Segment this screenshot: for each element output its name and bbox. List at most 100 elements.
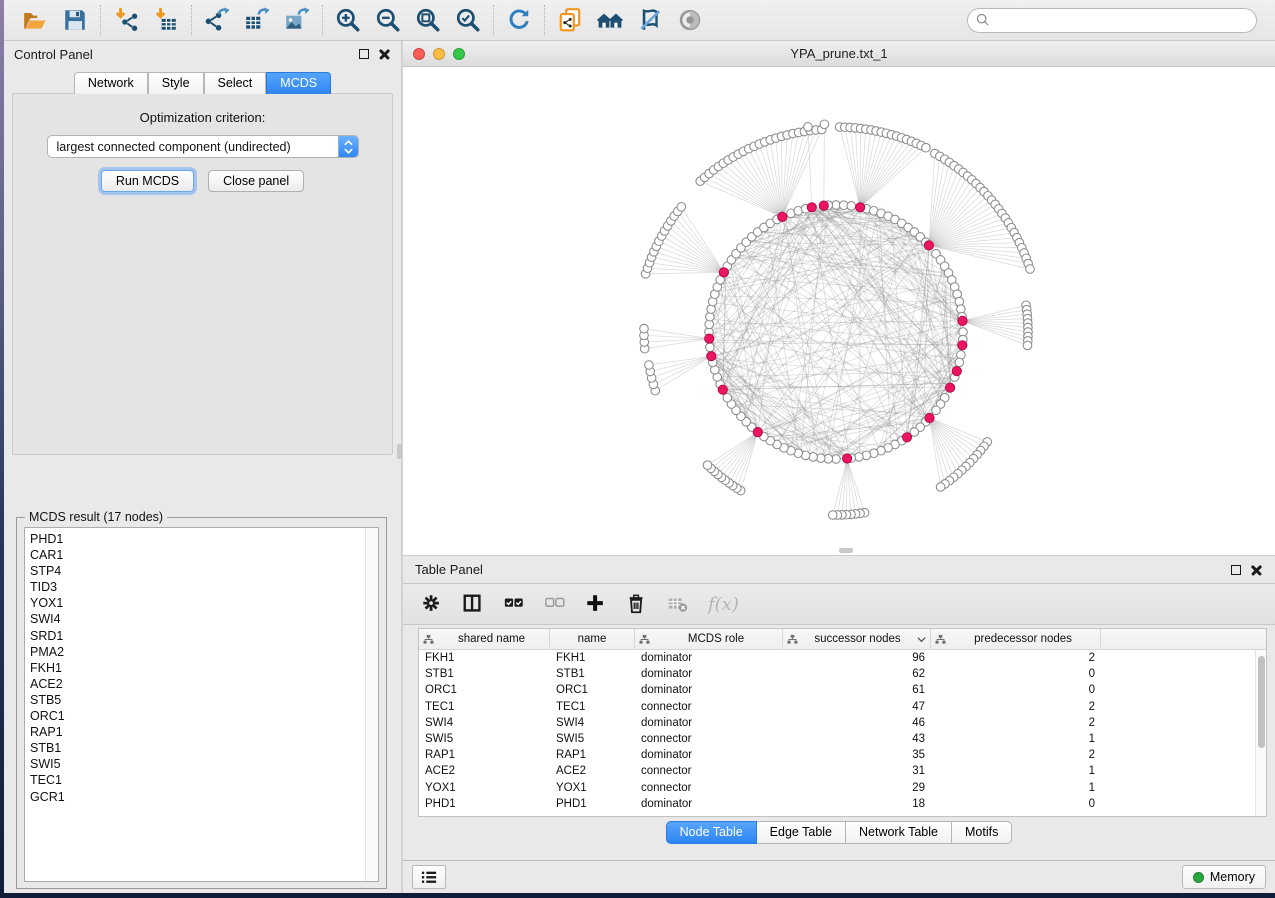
mcds-result-node[interactable]: SWI4 xyxy=(30,611,378,627)
table-row[interactable]: FKH1FKH1dominator962 xyxy=(419,650,1255,666)
table-row[interactable]: ORC1ORC1dominator610 xyxy=(419,682,1255,698)
table-panel-float-icon[interactable] xyxy=(1231,565,1241,575)
mcds-result-node[interactable]: GCR1 xyxy=(30,789,378,805)
column-header-MCDS-role[interactable]: MCDS role xyxy=(635,629,783,649)
search-input[interactable] xyxy=(995,13,1248,27)
mcds-result-title: MCDS result (17 nodes) xyxy=(25,510,167,524)
table-row[interactable]: YOX1YOX1connector291 xyxy=(419,780,1255,796)
tab-network[interactable]: Network xyxy=(74,72,148,94)
optimization-criterion-label: Optimization criterion: xyxy=(13,110,392,125)
delete-table-icon[interactable] xyxy=(667,591,689,617)
close-traffic-light-icon[interactable] xyxy=(413,48,425,60)
network-horizontal-scrollbar[interactable] xyxy=(839,548,853,553)
mcds-result-node[interactable]: STB1 xyxy=(30,740,378,756)
tab-select[interactable]: Select xyxy=(204,72,267,94)
mcds-result-node[interactable]: SRD1 xyxy=(30,628,378,644)
mcds-result-node[interactable]: RAP1 xyxy=(30,724,378,740)
maximize-traffic-light-icon[interactable] xyxy=(453,48,465,60)
show-graphics-details-icon[interactable] xyxy=(675,5,705,35)
first-neighbors-icon[interactable] xyxy=(595,5,625,35)
minimize-traffic-light-icon[interactable] xyxy=(433,48,445,60)
column-header-shared-name[interactable]: shared name xyxy=(419,629,550,649)
tab-mcds[interactable]: MCDS xyxy=(266,72,331,94)
mcds-result-node[interactable]: FKH1 xyxy=(30,660,378,676)
network-canvas[interactable] xyxy=(403,67,1275,555)
mcds-result-node[interactable]: ORC1 xyxy=(30,708,378,724)
import-table-icon[interactable] xyxy=(151,5,181,35)
mcds-result-node[interactable]: STP4 xyxy=(30,563,378,579)
show-columns-icon[interactable] xyxy=(462,591,484,617)
delete-column-icon[interactable] xyxy=(626,591,648,617)
import-network-icon[interactable] xyxy=(111,5,141,35)
add-column-icon[interactable] xyxy=(585,591,607,617)
table-row[interactable]: ACE2ACE2connector311 xyxy=(419,763,1255,779)
tab-network-table[interactable]: Network Table xyxy=(846,821,952,844)
mcds-result-node[interactable]: CAR1 xyxy=(30,547,378,563)
mcds-result-node[interactable]: STB5 xyxy=(30,692,378,708)
clone-network-icon[interactable] xyxy=(555,5,585,35)
mcds-result-node[interactable]: SWI5 xyxy=(30,756,378,772)
tab-style[interactable]: Style xyxy=(148,72,204,94)
export-table-icon[interactable] xyxy=(242,5,272,35)
table-cell: SWI4 xyxy=(419,717,550,729)
table-cell: TEC1 xyxy=(419,701,550,713)
mcds-result-node[interactable]: PMA2 xyxy=(30,644,378,660)
table-settings-gear-icon[interactable] xyxy=(421,591,443,617)
list-icon xyxy=(420,869,438,885)
table-row[interactable]: PHD1PHD1dominator180 xyxy=(419,796,1255,812)
mcds-result-node[interactable]: YOX1 xyxy=(30,595,378,611)
mcds-result-node[interactable]: TID3 xyxy=(30,579,378,595)
column-header-name[interactable]: name xyxy=(550,629,635,649)
table-row[interactable]: SWI5SWI5connector431 xyxy=(419,731,1255,747)
table-cell: RAP1 xyxy=(419,749,550,761)
close-panel-button[interactable]: Close panel xyxy=(208,170,304,192)
tab-edge-table[interactable]: Edge Table xyxy=(757,821,846,844)
table-scrollbar[interactable] xyxy=(1255,650,1266,816)
mcds-result-scrollbar[interactable] xyxy=(365,528,378,881)
zoom-fit-icon[interactable] xyxy=(413,5,443,35)
main-toolbar xyxy=(4,0,1275,41)
mcds-result-list: PHD1CAR1STP4TID3YOX1SWI4SRD1PMA2FKH1ACE2… xyxy=(24,527,379,882)
table-cell: 29 xyxy=(783,782,931,794)
table-row[interactable]: TEC1TEC1connector472 xyxy=(419,699,1255,715)
column-header-predecessor-nodes[interactable]: predecessor nodes xyxy=(931,629,1101,649)
table-row[interactable]: RAP1RAP1dominator352 xyxy=(419,747,1255,763)
table-cell: 18 xyxy=(783,798,931,810)
network-vertical-scrollbar[interactable] xyxy=(397,444,402,459)
select-all-rows-icon[interactable] xyxy=(503,591,525,617)
export-network-icon[interactable] xyxy=(202,5,232,35)
column-label: successor nodes xyxy=(802,633,913,645)
column-header-successor-nodes[interactable]: successor nodes xyxy=(783,629,931,649)
network-window-titlebar: YPA_prune.txt_1 xyxy=(403,41,1275,67)
network-graph[interactable] xyxy=(403,67,1271,555)
criterion-dropdown[interactable]: largest connected component (undirected) xyxy=(47,135,359,158)
mcds-result-node[interactable]: TEC1 xyxy=(30,772,378,788)
control-panel-float-icon[interactable] xyxy=(359,49,369,59)
column-label: predecessor nodes xyxy=(950,633,1096,645)
run-mcds-button[interactable]: Run MCDS xyxy=(101,170,194,192)
zoom-in-icon[interactable] xyxy=(333,5,363,35)
table-scrollbar-thumb[interactable] xyxy=(1258,656,1265,748)
tab-node-table[interactable]: Node Table xyxy=(666,821,757,844)
zoom-out-icon[interactable] xyxy=(373,5,403,35)
export-image-icon[interactable] xyxy=(282,5,312,35)
deselect-all-rows-icon[interactable] xyxy=(544,591,566,617)
task-history-button[interactable] xyxy=(412,865,446,889)
mcds-result-node[interactable]: PHD1 xyxy=(30,531,378,547)
function-builder-icon[interactable]: f(x) xyxy=(708,591,739,617)
table-row[interactable]: STB1STB1dominator620 xyxy=(419,666,1255,682)
table-cell: SWI5 xyxy=(550,733,635,745)
memory-button[interactable]: Memory xyxy=(1182,865,1266,889)
refresh-icon[interactable] xyxy=(504,5,534,35)
table-cell: 46 xyxy=(783,717,931,729)
mcds-result-node[interactable]: ACE2 xyxy=(30,676,378,692)
hide-graphics-details-icon[interactable] xyxy=(635,5,665,35)
table-panel-close-icon[interactable] xyxy=(1251,564,1263,576)
save-session-icon[interactable] xyxy=(60,5,90,35)
table-row[interactable]: SWI4SWI4dominator462 xyxy=(419,715,1255,731)
zoom-selected-icon[interactable] xyxy=(453,5,483,35)
open-file-icon[interactable] xyxy=(20,5,50,35)
control-panel-close-icon[interactable] xyxy=(379,48,391,60)
table-cell: 1 xyxy=(931,765,1101,777)
tab-motifs[interactable]: Motifs xyxy=(952,821,1012,844)
